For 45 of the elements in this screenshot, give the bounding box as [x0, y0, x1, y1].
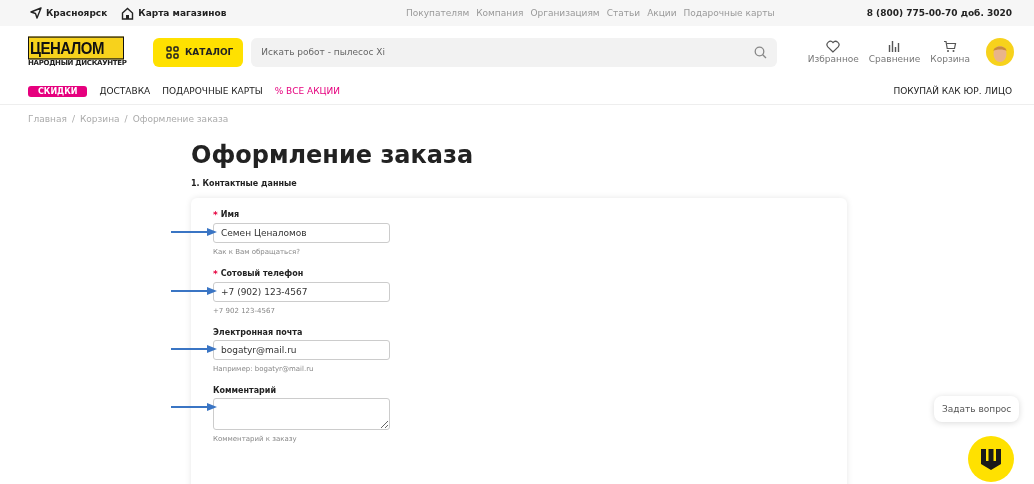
house-icon [121, 6, 135, 20]
field-label: Имя [220, 210, 240, 220]
comment-field[interactable] [213, 398, 390, 430]
required-mark: * [213, 269, 218, 279]
location-arrow-icon [30, 7, 42, 19]
top-link[interactable]: Покупателям [406, 8, 470, 18]
cart-link[interactable]: Корзина [930, 40, 970, 64]
nav-link[interactable]: ПОДАРОЧНЫЕ КАРТЫ [162, 86, 263, 96]
heart-icon [826, 40, 841, 53]
page-title: Оформление заказа [191, 140, 475, 170]
search-icon[interactable] [754, 45, 768, 59]
section-title: 1. Контактные данные [191, 179, 298, 188]
top-link[interactable]: Подарочные карты [683, 8, 775, 18]
store-map-link[interactable]: Карта магазинов [138, 8, 227, 18]
input-field[interactable]: +7 (902) 123-4567 [213, 282, 390, 302]
discount-badge-link[interactable]: СКИДКИ [28, 85, 88, 97]
bar-chart-icon [888, 40, 902, 53]
chat-tooltip: Задать вопрос [934, 396, 1020, 422]
phone-number[interactable]: 8 (800) 775-00-70 доб. 3020 [866, 8, 1012, 18]
shield-icon [980, 447, 1002, 471]
nav-link[interactable]: ДОСТАВКА [99, 86, 151, 96]
nav-link[interactable]: % ВСЕ АКЦИИ [274, 86, 341, 96]
catalog-button[interactable]: КАТАЛОГ [153, 37, 244, 67]
breadcrumb-link[interactable]: Оформление заказа [132, 114, 229, 124]
compare-link[interactable]: Сравнение [868, 40, 921, 64]
chat-button[interactable] [968, 436, 1014, 482]
city-link[interactable]: Красноярск [46, 8, 108, 18]
top-link[interactable]: Статьи [606, 8, 641, 18]
field-label: Сотовый телефон [220, 269, 304, 279]
cart-icon [943, 40, 958, 53]
search-field[interactable]: Искать робот - пылесос Xi [251, 37, 778, 67]
grid-icon [166, 45, 179, 59]
input-field[interactable]: Семен Ценаломов [213, 223, 390, 243]
top-link[interactable]: Организациям [530, 8, 600, 18]
favorites-link[interactable]: Избранное [807, 40, 859, 64]
top-link[interactable]: Компания [476, 8, 524, 18]
breadcrumb-separator: / [71, 114, 75, 124]
field-label: Комментарий [213, 386, 277, 395]
input-field[interactable]: bogatyr@mail.ru [213, 340, 390, 360]
top-link[interactable]: Акции [647, 8, 677, 18]
nav-link[interactable]: ПОКУПАЙ КАК ЮР. ЛИЦО [893, 86, 1012, 96]
breadcrumb-separator: / [124, 114, 128, 124]
required-mark: * [213, 210, 218, 220]
field-label: Электронная почта [213, 328, 303, 337]
avatar-icon[interactable] [986, 38, 1014, 66]
